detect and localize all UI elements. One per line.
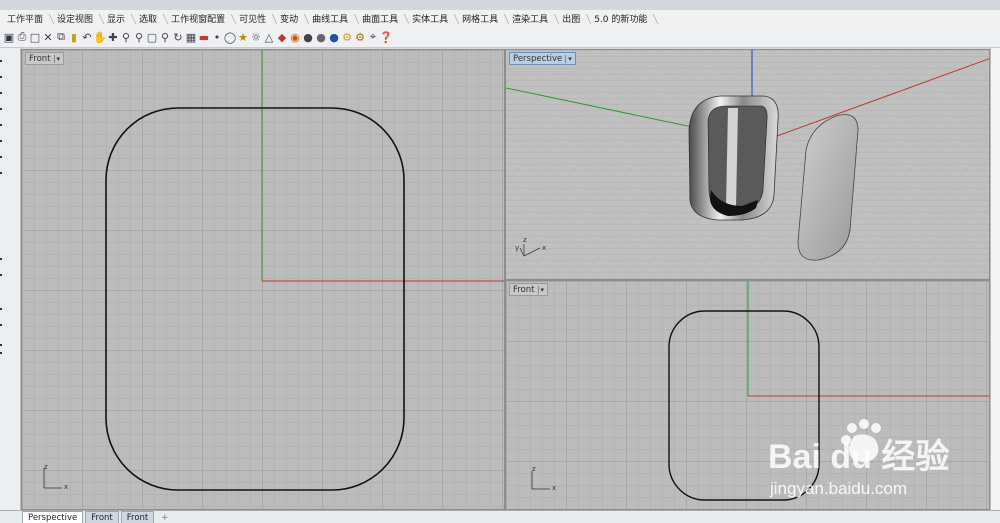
copy-icon[interactable]: ⧉ (55, 30, 67, 44)
save-icon[interactable]: ▣ (3, 30, 15, 44)
axis-x-label: x (64, 483, 69, 491)
tab-display[interactable]: 显示 (100, 11, 132, 27)
tool-marker (0, 352, 2, 354)
tab-transform[interactable]: 变动 (273, 11, 305, 27)
gear-group-icon[interactable]: ⚙ (354, 30, 366, 44)
tool-marker (0, 308, 2, 310)
curve-icon[interactable]: ⌖ (367, 30, 379, 44)
sphere-icon[interactable]: ● (302, 30, 314, 44)
select-icon[interactable]: ★ (237, 30, 249, 44)
tool-marker (0, 60, 2, 62)
tab-select[interactable]: 选取 (132, 11, 164, 27)
bottom-tab-perspective[interactable]: Perspective (22, 511, 84, 523)
zoom-icon[interactable]: ⚲ (120, 30, 132, 44)
undo-icon[interactable]: ↶ (81, 30, 93, 44)
viewport-perspective[interactable]: y x z Perspective ▾ (505, 49, 990, 280)
watermark-brand: Bai du 经验 (768, 437, 949, 476)
color-wheel-icon[interactable]: ◉ (289, 30, 301, 44)
settings-icon[interactable]: ⚙ (341, 30, 353, 44)
tool-marker (0, 172, 2, 174)
axis-x-label: x (552, 484, 557, 492)
lock-icon[interactable]: △ (263, 30, 275, 44)
sphere-shaded-icon[interactable]: ● (315, 30, 327, 44)
tab-surface-tools[interactable]: 曲面工具 (355, 11, 405, 27)
tab-render-tools[interactable]: 渲染工具 (505, 11, 555, 27)
front-large-canvas (43, 50, 504, 491)
circle-icon[interactable]: ◯ (224, 30, 236, 44)
tool-marker (0, 124, 2, 126)
rounded-rect-curve[interactable] (105, 107, 405, 491)
tool-marker (0, 108, 2, 110)
viewport-name: Front (513, 284, 535, 295)
bottom-tab-front[interactable]: Front (85, 511, 119, 523)
watermark-url: jingyan.baidu.com (769, 479, 907, 498)
tool-marker (0, 344, 2, 346)
tool-marker (0, 324, 2, 326)
rotate-view-icon[interactable]: ↻ (172, 30, 184, 44)
left-tool-strip (0, 48, 21, 510)
perspective-canvas (506, 50, 989, 279)
axis-z-label: z (523, 236, 527, 244)
viewport-name: Front (29, 53, 51, 64)
axis-x-label: x (542, 244, 547, 252)
help-icon[interactable]: ❓ (379, 30, 393, 44)
dropdown-arrow-icon[interactable]: ▾ (565, 54, 572, 63)
viewport-tab-bar: Perspective Front Front + (0, 510, 1000, 523)
axis-z-label: z (44, 463, 48, 471)
viewport-title-front-small[interactable]: Front ▾ (509, 283, 549, 296)
paste-icon[interactable]: ▮ (68, 30, 80, 44)
dropdown-arrow-icon[interactable]: ▾ (537, 285, 544, 294)
viewport-title-perspective[interactable]: Perspective ▾ (509, 52, 576, 65)
cut-icon[interactable]: ✕ (42, 30, 54, 44)
move-icon[interactable]: ✚ (107, 30, 119, 44)
pan-icon[interactable]: ✋ (93, 30, 107, 44)
tab-new-in-5[interactable]: 5.0 的新功能 (587, 11, 654, 27)
viewport-title-front-large[interactable]: Front ▾ (25, 52, 65, 65)
baidu-logo: Bai du 经验 jingyan.baidu.com (768, 419, 949, 498)
car-icon[interactable]: ▬ (198, 30, 210, 44)
tab-viewport-layout[interactable]: 工作视窗配置 (164, 11, 232, 27)
tool-marker (0, 76, 2, 78)
material-icon[interactable]: ● (328, 30, 340, 44)
point-icon[interactable]: • (211, 30, 223, 44)
tab-set-view[interactable]: 设定视图 (50, 11, 100, 27)
axis-z-label: z (532, 465, 536, 473)
print-icon[interactable]: ⎙ (16, 30, 28, 44)
tool-marker (0, 274, 2, 276)
menu-tab-bar: 工作平面 设定视图 显示 选取 工作视窗配置 可见性 变动 曲线工具 曲面工具 … (0, 10, 1000, 28)
main-toolbar: ▣ ⎙ □ ✕ ⧉ ▮ ↶ ✋ ✚ ⚲ ⚲ ▢ ⚲ ↻ ▦ ▬ • ◯ ★ ☼ … (0, 27, 1000, 48)
tool-marker (0, 140, 2, 142)
light-icon[interactable]: ☼ (250, 30, 262, 44)
metal-frame-model[interactable] (688, 95, 779, 221)
tab-visibility[interactable]: 可见性 (232, 11, 273, 27)
add-tab-button[interactable]: + (156, 512, 173, 523)
viewport-layout-icon[interactable]: ▦ (185, 30, 197, 44)
tab-mesh-tools[interactable]: 网格工具 (455, 11, 505, 27)
tab-layout[interactable]: 出图 (555, 11, 587, 27)
axis-y-label: y (515, 244, 520, 252)
zoom-extents-icon[interactable]: ▢ (146, 30, 158, 44)
bottom-tab-front-2[interactable]: Front (120, 511, 155, 523)
zoom-selected-icon[interactable]: ⚲ (159, 30, 171, 44)
viewport-front-large[interactable]: z x Front ▾ (21, 49, 505, 510)
tab-work-plane[interactable]: 工作平面 (0, 11, 50, 27)
viewport-name: Perspective (513, 53, 563, 64)
tool-marker (0, 92, 2, 94)
tab-solid-tools[interactable]: 实体工具 (405, 11, 455, 27)
tool-marker (0, 156, 2, 158)
copy-page-icon[interactable]: □ (29, 30, 41, 44)
tool-marker (0, 258, 2, 260)
render-icon[interactable]: ◆ (276, 30, 288, 44)
tab-curve-tools[interactable]: 曲线工具 (305, 11, 355, 27)
baidu-watermark: Bai du 经验 jingyan.baidu.com (768, 418, 998, 508)
dropdown-arrow-icon[interactable]: ▾ (53, 54, 60, 63)
zoom-window-icon[interactable]: ⚲ (133, 30, 145, 44)
